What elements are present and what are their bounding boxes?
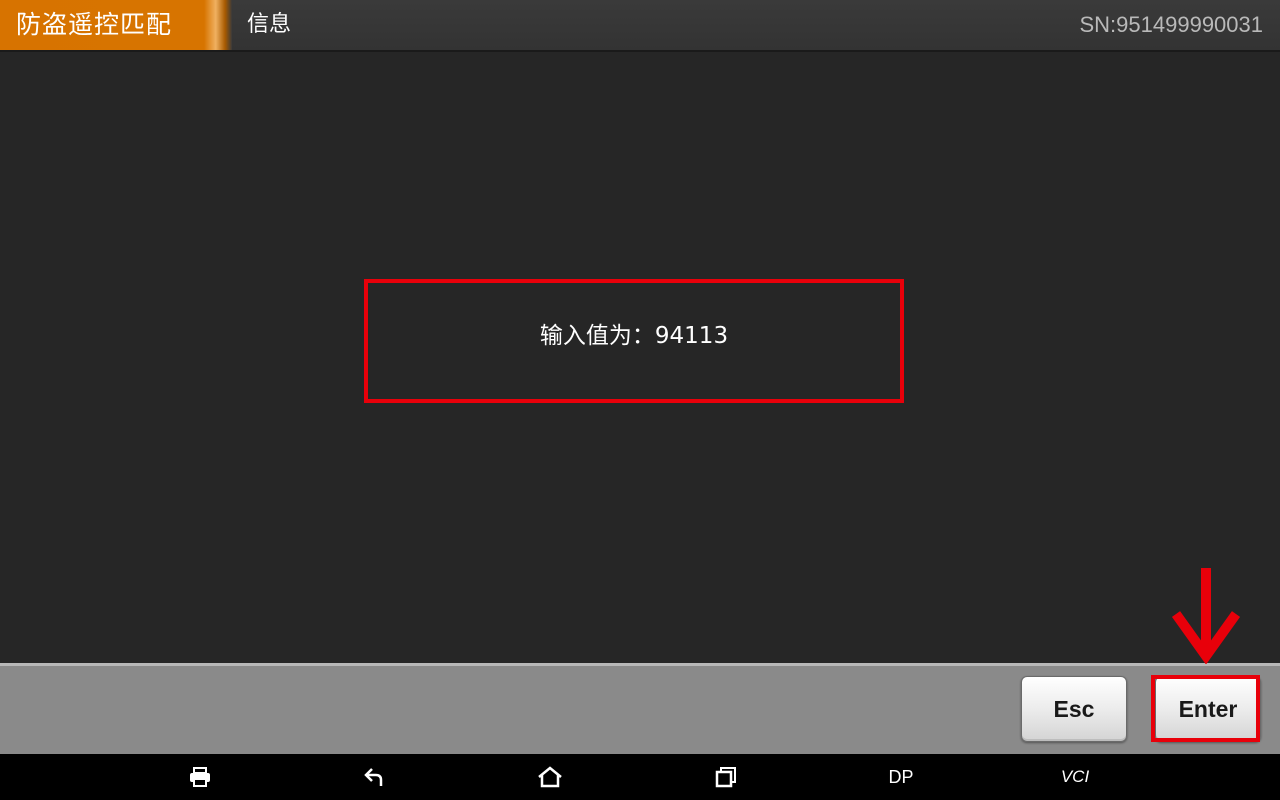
message-box: 输入值为：94113	[364, 279, 904, 403]
serial-number: SN:951499990031	[1079, 12, 1264, 37]
esc-button[interactable]: Esc	[1021, 676, 1127, 742]
app-root: 防盗遥控匹配 信息 SN:951499990031 输入值为：94113 Esc…	[0, 0, 1280, 800]
message-text: 输入值为：94113	[539, 323, 729, 349]
button-bar: Esc Enter	[0, 663, 1280, 754]
main-content: 输入值为：94113	[0, 52, 1280, 663]
system-nav-bar: DP VCI	[0, 754, 1280, 800]
app-title: 防盗遥控匹配	[0, 0, 232, 50]
vci-button[interactable]: VCI	[1045, 754, 1105, 800]
recent-apps-button[interactable]	[696, 754, 756, 800]
header-bar: 防盗遥控匹配 信息 SN:951499990031	[0, 0, 1280, 52]
page-title: 信息	[247, 12, 292, 37]
enter-button[interactable]: Enter	[1155, 676, 1261, 742]
home-icon	[538, 766, 562, 788]
home-button[interactable]	[520, 754, 580, 800]
back-button[interactable]	[345, 754, 405, 800]
back-icon	[364, 768, 383, 786]
print-button[interactable]	[170, 754, 230, 800]
print-icon	[190, 767, 210, 787]
dp-button[interactable]: DP	[871, 754, 931, 800]
recent-apps-icon	[715, 767, 736, 788]
